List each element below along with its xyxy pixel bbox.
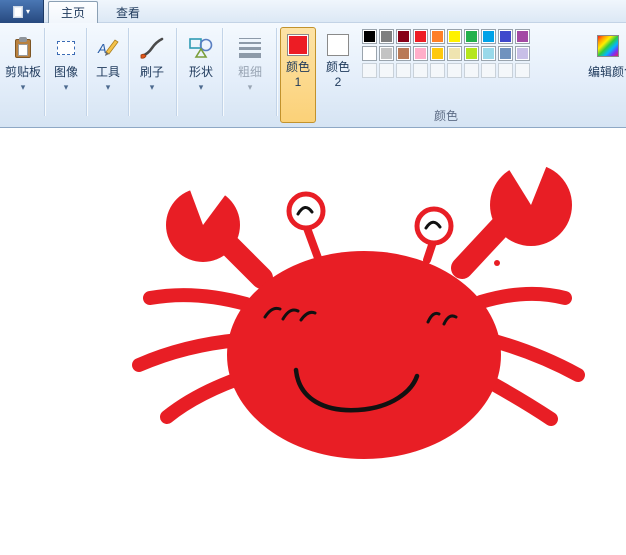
group-separator <box>128 28 129 116</box>
tools-group-label: 工具 <box>95 65 120 79</box>
pencil-tools-icon: A <box>96 34 120 62</box>
palette-swatch[interactable] <box>413 29 428 44</box>
tab-view[interactable]: 查看 <box>104 1 152 23</box>
colors-group-label: 颜色 <box>433 109 458 123</box>
color1-button[interactable]: 颜色 1 <box>280 27 316 123</box>
paint-speck <box>494 260 500 266</box>
crab-drawing <box>132 155 585 459</box>
color2-label: 颜色 2 <box>325 60 350 89</box>
palette-swatch[interactable] <box>396 29 411 44</box>
color1-swatch <box>287 34 309 56</box>
palette-swatch[interactable] <box>464 29 479 44</box>
size-group-button[interactable]: 粗细 ▾ <box>228 27 272 119</box>
palette-swatch[interactable] <box>515 29 530 44</box>
select-region-icon <box>57 34 75 62</box>
ribbon-tab-strip: ▾ 主页 查看 <box>0 0 626 23</box>
group-separator <box>176 28 177 116</box>
color2-swatch <box>327 34 349 56</box>
line-thickness-icon <box>239 34 261 62</box>
palette-empty-slot[interactable] <box>396 63 411 78</box>
palette-empty-slot[interactable] <box>413 63 428 78</box>
chevron-down-icon: ▾ <box>247 82 253 92</box>
drawing-canvas[interactable] <box>0 128 626 550</box>
palette-swatch[interactable] <box>498 46 513 61</box>
edit-colors-label: 编辑颜色 <box>588 65 626 79</box>
chevron-down-icon: ▾ <box>20 82 26 92</box>
tab-home[interactable]: 主页 <box>48 1 99 23</box>
palette-swatch[interactable] <box>481 46 496 61</box>
crab-right-eye <box>414 206 454 246</box>
group-separator <box>44 28 45 116</box>
crab-left-eye <box>286 191 326 231</box>
palette-empty-slot[interactable] <box>464 63 479 78</box>
color-palette <box>362 29 530 78</box>
palette-empty-slot[interactable] <box>430 63 445 78</box>
clipboard-paste-icon <box>14 34 32 62</box>
palette-swatch[interactable] <box>481 29 496 44</box>
brushes-group-label: 刷子 <box>139 65 164 79</box>
palette-empty-slot[interactable] <box>481 63 496 78</box>
palette-swatch[interactable] <box>379 46 394 61</box>
palette-swatch[interactable] <box>413 46 428 61</box>
group-separator <box>276 28 277 116</box>
palette-swatch[interactable] <box>447 46 462 61</box>
palette-swatch[interactable] <box>515 46 530 61</box>
chevron-down-icon: ▾ <box>198 82 204 92</box>
palette-empty-slot[interactable] <box>379 63 394 78</box>
shapes-group-label: 形状 <box>188 65 213 79</box>
clipboard-group-label: 剪贴板 <box>4 65 41 79</box>
clipboard-group-button[interactable]: 剪贴板 ▾ <box>4 27 42 119</box>
size-group-label: 粗细 <box>237 65 262 79</box>
palette-swatch[interactable] <box>447 29 462 44</box>
palette-swatch[interactable] <box>379 29 394 44</box>
brushes-group-button[interactable]: 刷子 ▾ <box>132 27 172 119</box>
color2-button[interactable]: 颜色 2 <box>320 27 356 123</box>
tools-group-button[interactable]: A 工具 ▾ <box>90 27 126 119</box>
brush-icon <box>139 34 165 62</box>
palette-swatch[interactable] <box>498 29 513 44</box>
rainbow-palette-icon <box>597 35 619 57</box>
edit-colors-button[interactable]: 编辑颜色 <box>588 27 626 119</box>
shapes-icon <box>188 34 214 62</box>
palette-empty-slot[interactable] <box>362 63 377 78</box>
svg-text:A: A <box>97 41 107 56</box>
palette-swatch[interactable] <box>362 46 377 61</box>
chevron-down-icon: ▾ <box>149 82 155 92</box>
color1-label: 颜色 1 <box>285 60 310 89</box>
palette-swatch[interactable] <box>464 46 479 61</box>
palette-swatch[interactable] <box>362 29 377 44</box>
chevron-down-icon: ▾ <box>105 82 111 92</box>
ribbon: 剪贴板 ▾ 图像 ▾ A 工具 ▾ 刷子 ▾ 形状 ▾ 粗细 ▾ 颜色 1 颜色… <box>0 23 626 128</box>
chevron-down-icon: ▾ <box>25 6 30 16</box>
application-menu-button[interactable]: ▾ <box>0 0 44 23</box>
palette-empty-slot[interactable] <box>498 63 513 78</box>
palette-swatch[interactable] <box>430 29 445 44</box>
shapes-group-button[interactable]: 形状 ▾ <box>182 27 220 119</box>
palette-swatch[interactable] <box>396 46 411 61</box>
image-group-label: 图像 <box>53 65 78 79</box>
image-group-button[interactable]: 图像 ▾ <box>48 27 84 119</box>
group-separator <box>222 28 223 116</box>
palette-swatch[interactable] <box>430 46 445 61</box>
paint-file-icon <box>12 5 23 18</box>
group-separator <box>86 28 87 116</box>
palette-empty-slot[interactable] <box>515 63 530 78</box>
palette-empty-slot[interactable] <box>447 63 462 78</box>
chevron-down-icon: ▾ <box>63 82 69 92</box>
crab-body <box>227 251 501 459</box>
